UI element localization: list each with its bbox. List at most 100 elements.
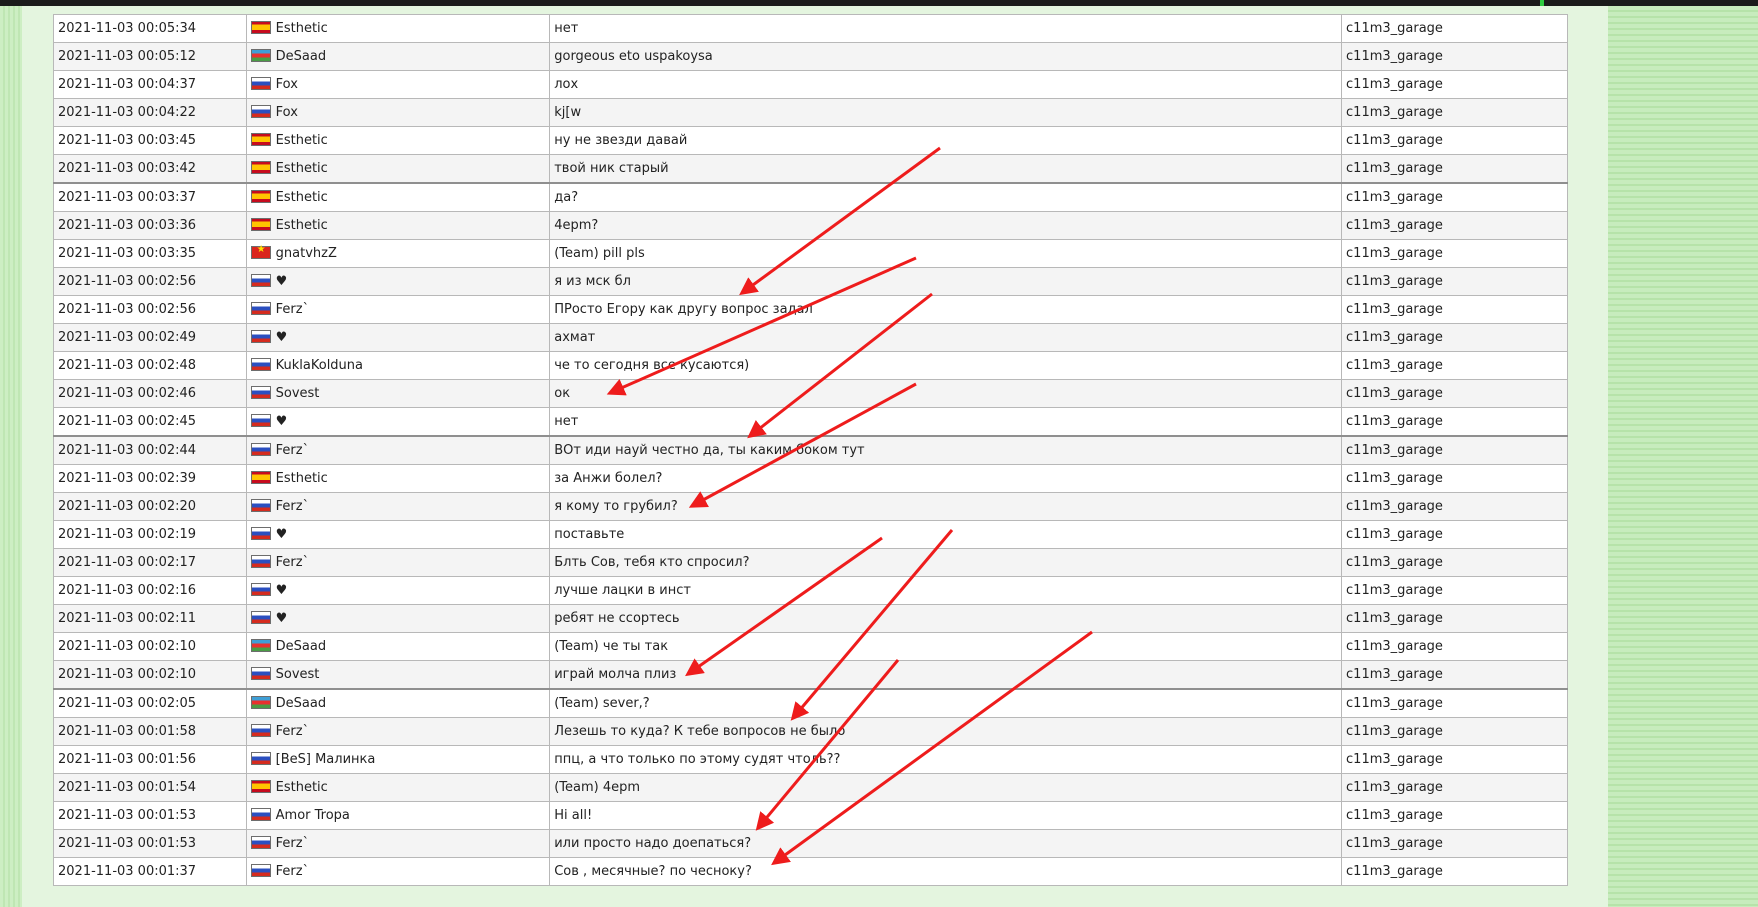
player-name[interactable]: Esthetic: [276, 161, 328, 176]
player-name[interactable]: ♥: [276, 527, 288, 542]
table-row: 2021-11-03 00:01:37 Ferz` Сов , месячные? …: [53, 857, 1568, 886]
player-cell: Esthetic: [245, 154, 551, 184]
message-cell: за Анжи болел?: [549, 464, 1343, 493]
message-cell: ок: [549, 379, 1343, 408]
server-map-cell: c11m3_garage: [1341, 801, 1568, 830]
server-map-cell: c11m3_garage: [1341, 520, 1568, 549]
server-map-cell: c11m3_garage: [1341, 14, 1568, 43]
player-name[interactable]: ♥: [276, 330, 288, 345]
message-cell: Лезешь то куда? К тебе вопросов не было: [549, 717, 1343, 746]
timestamp-cell: 2021-11-03 00:01:58: [53, 717, 247, 746]
player-name[interactable]: Esthetic: [276, 190, 328, 205]
message-cell: лох: [549, 70, 1343, 99]
timestamp-cell: 2021-11-03 00:02:44: [53, 435, 247, 465]
player-cell: KuklaKolduna: [245, 351, 551, 380]
player-name[interactable]: Esthetic: [276, 21, 328, 36]
message-cell: ппц, а что только по этому судят чтоль??: [549, 745, 1343, 774]
player-name[interactable]: Ferz`: [276, 443, 309, 458]
player-name[interactable]: Fox: [276, 105, 298, 120]
table-row: 2021-11-03 00:04:37 Fox лох c11m3_garage: [53, 70, 1568, 99]
player-name[interactable]: ♥: [276, 414, 288, 429]
player-cell: Ferz`: [245, 295, 551, 324]
table-row: 2021-11-03 00:03:42 Esthetic твой ник стар…: [53, 154, 1568, 184]
player-cell: ♥: [245, 576, 551, 605]
player-name[interactable]: DeSaad: [276, 639, 326, 654]
spain-flag-icon: [250, 471, 271, 484]
server-map-cell: c11m3_garage: [1341, 745, 1568, 774]
timestamp-cell: 2021-11-03 00:02:11: [53, 604, 247, 633]
server-map-cell: c11m3_garage: [1341, 857, 1568, 886]
table-row: 2021-11-03 00:02:56 ♥ я из мск бл c11m3_gar…: [53, 267, 1568, 296]
timestamp-cell: 2021-11-03 00:01:53: [53, 801, 247, 830]
player-name[interactable]: Esthetic: [276, 471, 328, 486]
message-cell: (Team) 4epm: [549, 773, 1343, 802]
spain-flag-icon: [250, 161, 271, 174]
server-map-cell: c11m3_garage: [1341, 126, 1568, 155]
chat-log-table: 2021-11-03 00:05:34 Esthetic нет c11m3_gara…: [53, 14, 1568, 886]
player-cell: Ferz`: [245, 829, 551, 858]
table-row: 2021-11-03 00:01:58 Ferz` Лезешь то куда? …: [53, 717, 1568, 746]
player-name[interactable]: Fox: [276, 77, 298, 92]
message-cell: твой ник старый: [549, 154, 1343, 184]
table-row: 2021-11-03 00:02:05 DeSaad (Team) sever,? c…: [53, 688, 1568, 718]
table-row: 2021-11-03 00:02:46 Sovest ок c11m3_garage: [53, 379, 1568, 408]
table-row: 2021-11-03 00:03:37 Esthetic да? c11m3_gara…: [53, 182, 1568, 212]
player-cell: Esthetic: [245, 773, 551, 802]
player-name[interactable]: DeSaad: [276, 696, 326, 711]
player-name[interactable]: KuklaKolduna: [276, 358, 363, 373]
player-name[interactable]: Esthetic: [276, 218, 328, 233]
player-name[interactable]: ♥: [276, 611, 288, 626]
message-cell: ПРосто Егору как другу вопрос задал: [549, 295, 1343, 324]
player-cell: Esthetic: [245, 211, 551, 240]
player-name[interactable]: Esthetic: [276, 133, 328, 148]
timestamp-cell: 2021-11-03 00:02:10: [53, 660, 247, 690]
top-bar-accent: [1540, 0, 1544, 6]
spain-flag-icon: [250, 218, 271, 231]
russia-flag-icon: [250, 499, 271, 512]
server-map-cell: c11m3_garage: [1341, 688, 1568, 718]
player-name[interactable]: Ferz`: [276, 864, 309, 879]
message-cell: нет: [549, 407, 1343, 437]
player-name[interactable]: Amor Tropa: [276, 808, 350, 823]
player-name[interactable]: gnatvhzZ: [276, 246, 337, 261]
timestamp-cell: 2021-11-03 00:03:35: [53, 239, 247, 268]
player-name[interactable]: Sovest: [276, 667, 320, 682]
table-row: 2021-11-03 00:02:44 Ferz` ВОт иди науй чес…: [53, 435, 1568, 465]
player-name[interactable]: Sovest: [276, 386, 320, 401]
player-name[interactable]: ♥: [276, 583, 288, 598]
message-cell: ВОт иди науй честно да, ты каким боком т…: [549, 435, 1343, 465]
player-name[interactable]: Ferz`: [276, 724, 309, 739]
russia-flag-icon: [250, 358, 271, 371]
russia-flag-icon: [250, 808, 271, 821]
player-name[interactable]: Ferz`: [276, 302, 309, 317]
player-name[interactable]: [BeS] Малинка: [276, 752, 376, 767]
server-map-cell: c11m3_garage: [1341, 773, 1568, 802]
server-map-cell: c11m3_garage: [1341, 211, 1568, 240]
player-name[interactable]: Ferz`: [276, 836, 309, 851]
player-name[interactable]: ♥: [276, 274, 288, 289]
azerbaijan-flag-icon: [250, 49, 271, 62]
table-row: 2021-11-03 00:03:45 Esthetic ну не звезди …: [53, 126, 1568, 155]
server-map-cell: c11m3_garage: [1341, 379, 1568, 408]
player-cell: Sovest: [245, 660, 551, 690]
message-cell: (Team) sever,?: [549, 688, 1343, 718]
player-name[interactable]: Esthetic: [276, 780, 328, 795]
timestamp-cell: 2021-11-03 00:03:45: [53, 126, 247, 155]
message-cell: лучше лацки в инст: [549, 576, 1343, 605]
message-cell: Сов , месячные? по чесноку?: [549, 857, 1343, 886]
server-map-cell: c11m3_garage: [1341, 464, 1568, 493]
table-row: 2021-11-03 00:02:56 Ferz` ПРосто Егору как…: [53, 295, 1568, 324]
player-name[interactable]: Ferz`: [276, 555, 309, 570]
player-name[interactable]: Ferz`: [276, 499, 309, 514]
player-name[interactable]: DeSaad: [276, 49, 326, 64]
message-cell: я кому то грубил?: [549, 492, 1343, 521]
russia-flag-icon: [250, 105, 271, 118]
azerbaijan-flag-icon: [250, 639, 271, 652]
player-cell: DeSaad: [245, 688, 551, 718]
timestamp-cell: 2021-11-03 00:03:37: [53, 182, 247, 212]
player-cell: ♥: [245, 407, 551, 437]
timestamp-cell: 2021-11-03 00:05:34: [53, 14, 247, 43]
message-cell: че то сегодня все кусаются): [549, 351, 1343, 380]
russia-flag-icon: [250, 274, 271, 287]
player-cell: DeSaad: [245, 632, 551, 661]
